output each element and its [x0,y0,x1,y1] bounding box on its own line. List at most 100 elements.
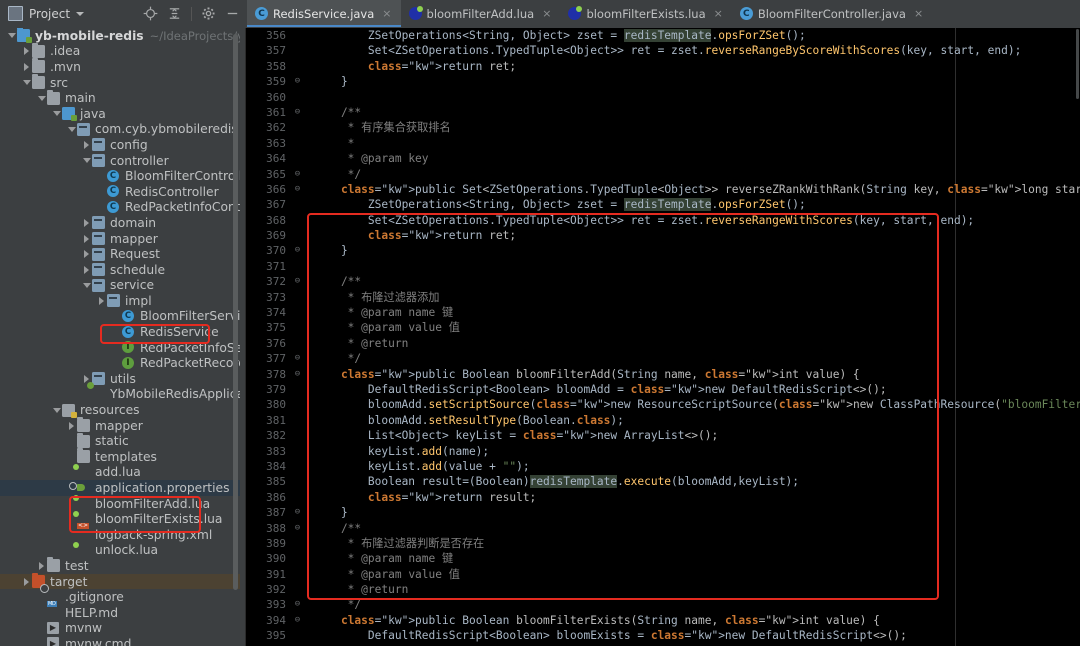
tree-item-service[interactable]: service [0,278,240,294]
code-line[interactable]: 361 ⊖ /** [246,105,1080,120]
editor-tab-bloomfilteradd-lua[interactable]: bloomFilterAdd.lua × [400,0,561,27]
code-line[interactable]: 394 ⊖ class="kw">public Boolean bloomFilt… [246,613,1080,628]
code-fold-icon[interactable]: ⊖ [292,521,303,536]
editor-tab-redisservice-java[interactable]: C RedisService.java × [247,0,401,27]
tree-item-config[interactable]: config [0,137,240,153]
tree-item-redisservice[interactable]: C RedisService [0,324,240,340]
tab-close-icon[interactable]: × [714,7,723,20]
tree-item-src[interactable]: src [0,74,240,91]
code-line[interactable]: 371 [246,259,1080,274]
chevron-down-icon[interactable] [81,282,92,288]
code-fold-icon[interactable]: ⊖ [292,367,303,382]
chevron-right-icon[interactable] [96,296,107,305]
tree-item-help-md[interactable]: HELP.md [0,605,240,621]
tree-item-target[interactable]: target [0,573,240,590]
code-line[interactable]: 388 ⊖ /** [246,521,1080,536]
code-fold-icon[interactable]: ⊖ [292,613,303,628]
code-line[interactable]: 383 keyList.add(name); [246,444,1080,459]
tree-item-rediscontroller[interactable]: C RedisController [0,184,240,200]
tree-item-test[interactable]: test [0,557,240,574]
chevron-down-icon[interactable] [36,95,47,101]
tree-item--mvn[interactable]: .mvn [0,58,240,75]
tree-item-domain[interactable]: domain [0,215,240,231]
code-content[interactable]: 356 ZSetOperations<String, Object> zset … [246,28,1080,646]
settings-gear-icon[interactable] [201,6,216,21]
code-line[interactable]: 363 * [246,136,1080,151]
chevron-right-icon[interactable] [81,218,92,227]
code-fold-icon[interactable]: ⊖ [292,505,303,520]
code-fold-icon[interactable]: ⊖ [292,351,303,366]
tree-item-request[interactable]: Request [0,246,240,262]
tree-item--idea[interactable]: .idea [0,42,240,60]
tree-item-redpacketinfoservice[interactable]: IRedPacketInfoService [0,340,240,356]
tree-item--gitignore[interactable]: .gitignore [0,589,240,605]
chevron-right-icon[interactable] [81,234,92,243]
code-line[interactable]: 366 ⊖ class="kw">public Set<ZSetOperation… [246,182,1080,197]
chevron-right-icon[interactable] [21,62,32,71]
chevron-down-icon[interactable] [51,111,62,117]
tree-item-templates[interactable]: templates [0,448,240,465]
code-line[interactable]: 375 * @param value 值 [246,320,1080,335]
code-line[interactable]: 386 class="kw">return result; [246,490,1080,505]
code-fold-icon[interactable]: ⊖ [292,167,303,182]
code-line[interactable]: 359 ⊖ } [246,74,1080,89]
code-fold-icon[interactable]: ⊖ [292,597,303,612]
tree-item-impl[interactable]: impl [0,293,240,309]
code-line[interactable]: 373 * 布隆过滤器添加 [246,290,1080,305]
tree-item-resources[interactable]: resources [0,402,240,418]
code-line[interactable]: 380 bloomAdd.setScriptSource(class="kw">… [246,397,1080,412]
locate-target-icon[interactable] [143,6,158,21]
code-line[interactable]: 362 * 有序集合获取排名 [246,120,1080,135]
code-fold-icon[interactable]: ⊖ [292,243,303,258]
code-line[interactable]: 381 bloomAdd.setResultType(Boolean.class… [246,413,1080,428]
code-line[interactable]: 368 Set<ZSetOperations.TypedTuple<Object… [246,213,1080,228]
tree-item-bloomfiltercontroller[interactable]: CBloomFilterController [0,168,240,184]
code-line[interactable]: 391 * @param value 值 [246,567,1080,582]
code-line[interactable]: 358 class="kw">return ret; [246,59,1080,74]
code-line[interactable]: 378 ⊖ class="kw">public Boolean bloomFilt… [246,367,1080,382]
code-editor[interactable]: 356 ZSetOperations<String, Object> zset … [246,28,1080,646]
tree-item-schedule[interactable]: schedule [0,262,240,278]
tree-item-redpacketinfocontroller[interactable]: CRedPacketInfoController [0,200,240,216]
code-line[interactable]: 372 ⊖ /** [246,274,1080,289]
code-line[interactable]: 360 [246,90,1080,105]
code-line[interactable]: 379 DefaultRedisScript<Boolean> bloomAdd… [246,382,1080,397]
tree-item-add-lua[interactable]: add.lua [0,465,240,481]
code-line[interactable]: 390 * @param name 键 [246,551,1080,566]
tab-close-icon[interactable]: × [542,7,551,20]
project-tree[interactable]: yb-mobile-redis ~/IdeaProjects/yb-mobile-… [0,28,240,646]
chevron-down-icon[interactable] [81,158,92,164]
tree-item-unlock-lua[interactable]: unlock.lua [0,543,240,559]
code-line[interactable]: 389 * 布隆过滤器判断是否存在 [246,536,1080,551]
code-line[interactable]: 382 List<Object> keyList = class="kw">ne… [246,428,1080,443]
code-line[interactable]: 356 ZSetOperations<String, Object> zset … [246,28,1080,43]
tree-item-bloomfilteradd-lua[interactable]: bloomFilterAdd.lua [0,496,240,512]
tree-item-mapper[interactable]: mapper [0,417,240,434]
project-tree-scrollbar[interactable] [233,34,238,590]
tree-item-mvnw-cmd[interactable]: ▶ mvnw.cmd [0,636,240,646]
code-line[interactable]: 369 class="kw">return ret; [246,228,1080,243]
tree-item-static[interactable]: static [0,432,240,449]
chevron-right-icon[interactable] [21,577,32,586]
tree-item-java[interactable]: java [0,106,240,122]
code-line[interactable]: 364 * @param key [246,151,1080,166]
project-panel-title-group[interactable]: Project [8,6,85,21]
code-line[interactable]: 384 keyList.add(value + ""); [246,459,1080,474]
tree-item-mapper[interactable]: mapper [0,231,240,247]
chevron-down-icon[interactable] [76,11,85,16]
minimize-icon[interactable] [225,6,240,21]
editor-scrollbar[interactable] [1076,29,1079,99]
chevron-down-icon[interactable] [51,407,62,413]
tree-item-application-properties[interactable]: application.properties [0,480,240,496]
editor-tab-bloomfilterexists-lua[interactable]: bloomFilterExists.lua × [560,0,732,27]
chevron-right-icon[interactable] [66,421,77,430]
chevron-right-icon[interactable] [21,47,32,56]
tree-item-bloomfilterservice[interactable]: CBloomFilterService [0,309,240,325]
code-line[interactable]: 376 * @return [246,336,1080,351]
chevron-down-icon[interactable] [66,126,77,132]
code-fold-icon[interactable]: ⊖ [292,105,303,120]
chevron-right-icon[interactable] [81,140,92,149]
code-line[interactable]: 374 * @param name 键 [246,305,1080,320]
code-line[interactable]: 365 ⊖ */ [246,167,1080,182]
tab-close-icon[interactable]: × [914,7,923,20]
